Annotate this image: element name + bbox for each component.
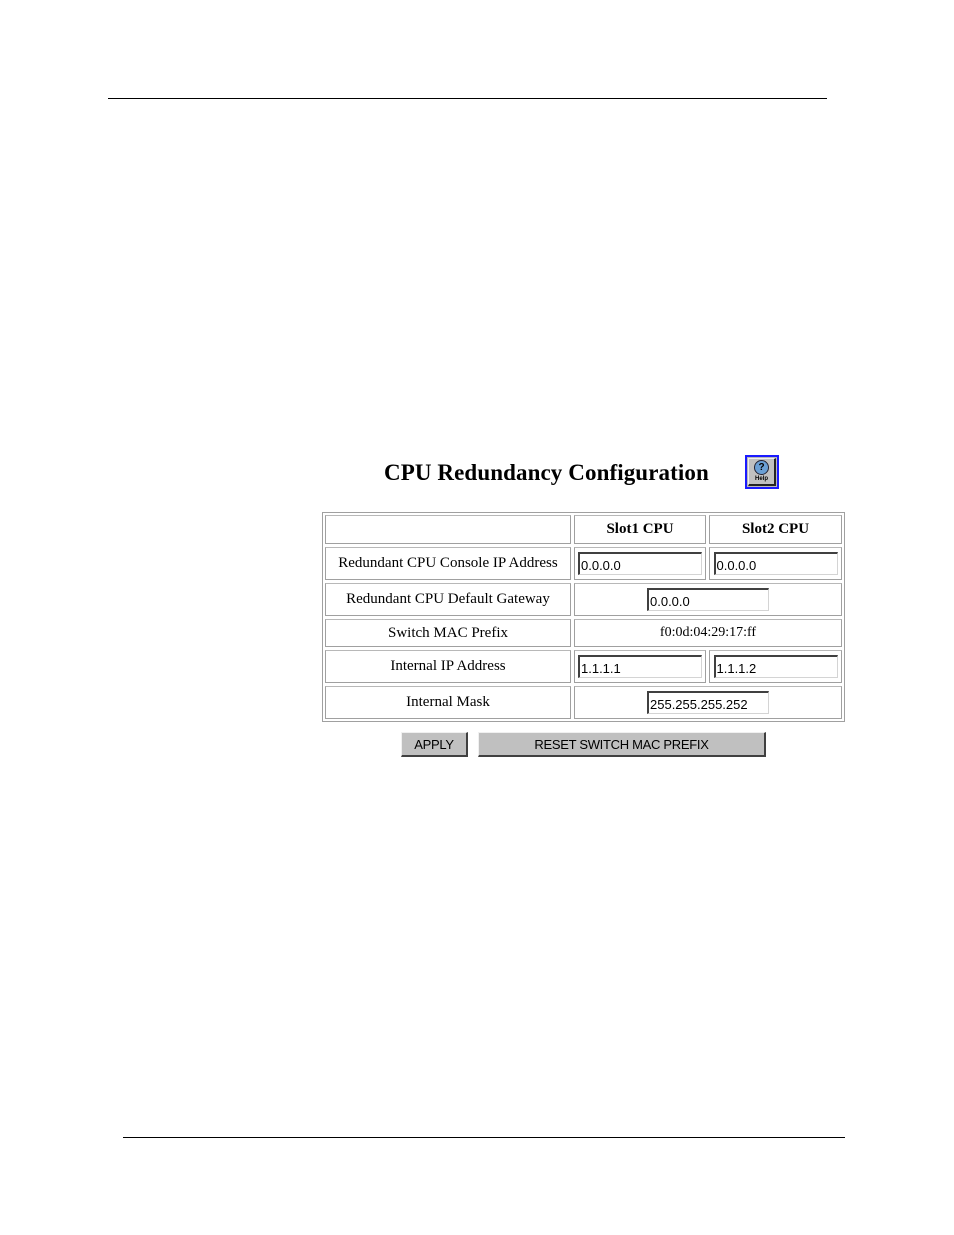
slot2-console-ip-input[interactable] <box>713 552 838 575</box>
table-row: Redundant CPU Default Gateway <box>325 583 842 616</box>
slot1-cell <box>574 547 706 580</box>
slot2-internal-ip-input[interactable] <box>713 655 838 678</box>
title-area: CPU Redundancy Configuration <box>384 455 709 491</box>
internal-mask-input[interactable] <box>647 691 769 714</box>
row-label-cell: Internal IP Address <box>325 650 571 683</box>
help-icon: ? Help <box>748 458 776 486</box>
page-title: CPU Redundancy Configuration <box>384 460 709 485</box>
internal-ip-label: Internal IP Address <box>390 658 506 674</box>
slot1-internal-ip-input[interactable] <box>578 655 702 678</box>
reset-mac-prefix-button[interactable]: RESET SWITCH MAC PREFIX <box>478 732 766 757</box>
table-header-row: Slot1 CPU Slot2 CPU <box>325 515 842 544</box>
slot1-console-ip-input[interactable] <box>578 552 702 575</box>
row-label-cell: Redundant CPU Console IP Address <box>325 547 571 580</box>
help-label: Help <box>754 476 768 482</box>
span-cell <box>574 686 842 719</box>
span-cell <box>574 583 842 616</box>
header-rule <box>108 98 827 99</box>
table-row: Internal IP Address <box>325 650 842 683</box>
mac-prefix-label: Switch MAC Prefix <box>388 624 508 641</box>
slot2-cell <box>709 650 842 683</box>
internal-mask-label: Internal Mask <box>406 694 490 710</box>
apply-button[interactable]: APPLY <box>401 732 468 757</box>
span-cell: f0:0d:04:29:17:ff <box>574 619 842 647</box>
mac-prefix-value: f0:0d:04:29:17:ff <box>659 625 757 640</box>
header-slot1: Slot1 CPU <box>574 515 706 544</box>
default-gateway-input[interactable] <box>647 588 769 611</box>
table-row: Internal Mask <box>325 686 842 719</box>
row-label-cell: Redundant CPU Default Gateway <box>325 583 571 616</box>
help-button[interactable]: ? Help <box>745 455 779 489</box>
cpu-redundancy-table: Slot1 CPU Slot2 CPU Redundant CPU Consol… <box>322 512 845 722</box>
question-mark-icon: ? <box>754 460 769 475</box>
header-slot1-label: Slot1 CPU <box>606 521 674 537</box>
header-slot2-label: Slot2 CPU <box>741 521 810 537</box>
default-gateway-label: Redundant CPU Default Gateway <box>346 591 550 607</box>
header-blank-cell <box>325 515 571 544</box>
console-ip-label: Redundant CPU Console IP Address <box>338 555 558 571</box>
header-slot2: Slot2 CPU <box>709 515 842 544</box>
row-label-cell: Switch MAC Prefix <box>325 619 571 647</box>
row-label-cell: Internal Mask <box>325 686 571 719</box>
table-row: Switch MAC Prefix f0:0d:04:29:17:ff <box>325 619 842 647</box>
footer-rule <box>123 1137 845 1138</box>
slot1-cell <box>574 650 706 683</box>
action-buttons: APPLY RESET SWITCH MAC PREFIX <box>401 732 766 757</box>
slot2-cell <box>709 547 842 580</box>
table-row: Redundant CPU Console IP Address <box>325 547 842 580</box>
